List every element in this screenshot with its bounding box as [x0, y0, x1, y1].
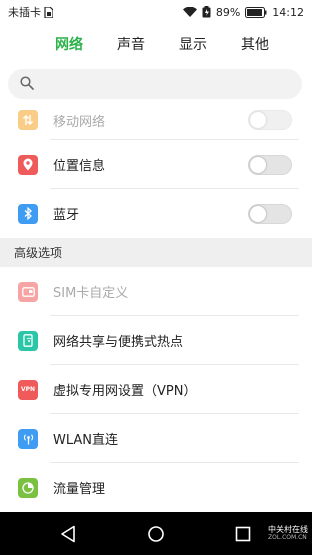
mobile-network-toggle[interactable] — [248, 110, 292, 130]
setting-label: 位置信息 — [53, 159, 106, 174]
battery-icon — [202, 6, 211, 18]
setting-hotspot[interactable]: 网络共享与便携式热点 — [0, 316, 312, 365]
setting-mobile-network[interactable]: 移动网络 — [0, 100, 312, 140]
setting-label: 流量管理 — [53, 482, 106, 497]
setting-label: 虚拟专用网设置（VPN） — [53, 384, 197, 399]
tab-display[interactable]: 显示 — [162, 34, 224, 54]
setting-label: 网络共享与便携式热点 — [53, 335, 184, 350]
battery-percent: 89% — [215, 5, 241, 19]
setting-data-usage[interactable]: 流量管理 — [0, 463, 312, 512]
navigation-bar: 中关村在线 ZOL.COM.CN — [0, 512, 312, 555]
recent-apps-icon[interactable] — [231, 522, 255, 546]
watermark-domain: ZOL.COM.CN — [268, 534, 307, 541]
bluetooth-toggle[interactable] — [248, 203, 292, 224]
location-toggle[interactable] — [248, 154, 292, 175]
setting-label: WLAN直连 — [53, 433, 119, 448]
setting-bluetooth[interactable]: 蓝牙 — [0, 189, 312, 238]
setting-label: 蓝牙 — [53, 208, 80, 223]
status-bar: 未插卡 89% 14:12 — [0, 0, 312, 24]
settings-tabs: 网络 声音 显示 其他 — [0, 24, 312, 64]
setting-wlan-direct[interactable]: WLAN直连 — [0, 414, 312, 463]
home-icon[interactable] — [144, 522, 168, 546]
setting-sim-custom[interactable]: SIM卡自定义 — [0, 267, 312, 316]
tab-sound[interactable]: 声音 — [100, 34, 162, 54]
wlan-direct-icon — [18, 428, 38, 449]
sim-icon — [18, 281, 38, 302]
data-usage-icon — [18, 477, 38, 498]
search-input[interactable] — [8, 69, 302, 99]
section-header-advanced: 高级选项 — [0, 238, 312, 267]
watermark-brand: 中关村在线 — [268, 525, 308, 534]
mobile-data-icon — [18, 110, 38, 130]
search-icon — [20, 75, 34, 94]
bluetooth-icon — [18, 203, 38, 224]
vpn-icon: VPN — [18, 379, 38, 400]
back-icon[interactable] — [56, 522, 80, 546]
clock: 14:12 — [272, 5, 304, 19]
setting-vpn[interactable]: VPN 虚拟专用网设置（VPN） — [0, 365, 312, 414]
watermark: 中关村在线 ZOL.COM.CN — [268, 525, 308, 541]
tab-other[interactable]: 其他 — [224, 34, 286, 54]
location-icon — [18, 154, 38, 175]
setting-location[interactable]: 位置信息 — [0, 140, 312, 189]
settings-list: 移动网络 位置信息 蓝牙 高级选项 SIM卡自定义 网络共享与便携式热点 VPN… — [0, 100, 312, 512]
sim-card-icon — [44, 6, 53, 18]
tab-network[interactable]: 网络 — [38, 34, 100, 54]
hotspot-icon — [18, 330, 38, 351]
wifi-icon — [182, 7, 197, 17]
carrier-label: 未插卡 — [8, 6, 41, 19]
battery-level-icon — [245, 6, 267, 18]
setting-label: 移动网络 — [53, 114, 106, 130]
setting-label: SIM卡自定义 — [53, 286, 129, 301]
